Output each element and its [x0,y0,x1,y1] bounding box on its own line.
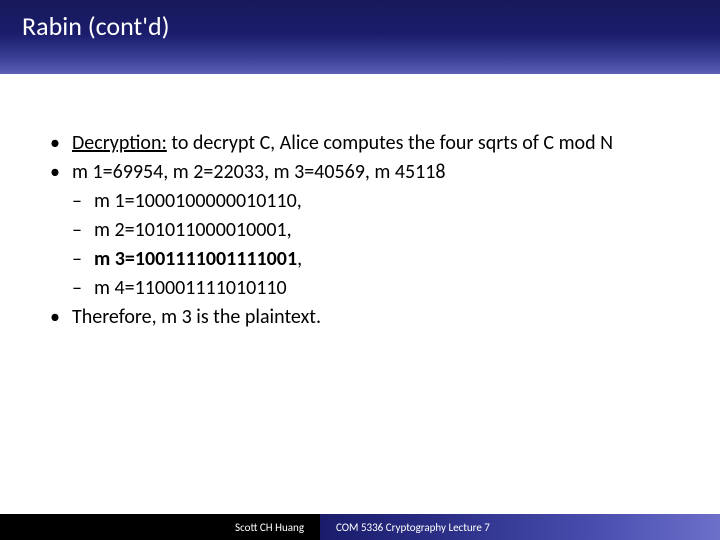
slide-title: Rabin (cont'd) [0,0,170,42]
title-band: Rabin (cont'd) [0,0,720,74]
footer-author: Scott CH Huang [0,514,320,540]
slide-content: Decryption: to decrypt C, Alice computes… [50,130,690,333]
dash-m4: m 4=110001111010110 [72,275,690,302]
decryption-text: to decrypt C, Alice computes the four sq… [167,131,613,155]
bullet-list: Decryption: to decrypt C, Alice computes… [50,130,690,331]
slide: Rabin (cont'd) Decryption: to decrypt C,… [0,0,720,540]
dash-m3-bold: m 3=1001111001111001 [94,247,297,271]
footer-bar: Scott CH Huang COM 5336 Cryptography Lec… [0,514,720,540]
decryption-label: Decryption: [72,131,167,155]
dash-m2: m 2=101011000010001, [72,217,690,244]
bullet-therefore: Therefore, m 3 is the plaintext. [50,304,690,331]
dash-m3-tail: , [297,247,302,271]
bullet-decryption: Decryption: to decrypt C, Alice computes… [50,130,690,157]
bullet-m-values: m 1=69954, m 2=22033, m 3=40569, m 45118 [50,159,690,186]
footer-course: COM 5336 Cryptography Lecture 7 [320,514,720,540]
dash-m3: m 3=1001111001111001, [72,246,690,273]
dash-m1: m 1=1000100000010110, [72,188,690,215]
